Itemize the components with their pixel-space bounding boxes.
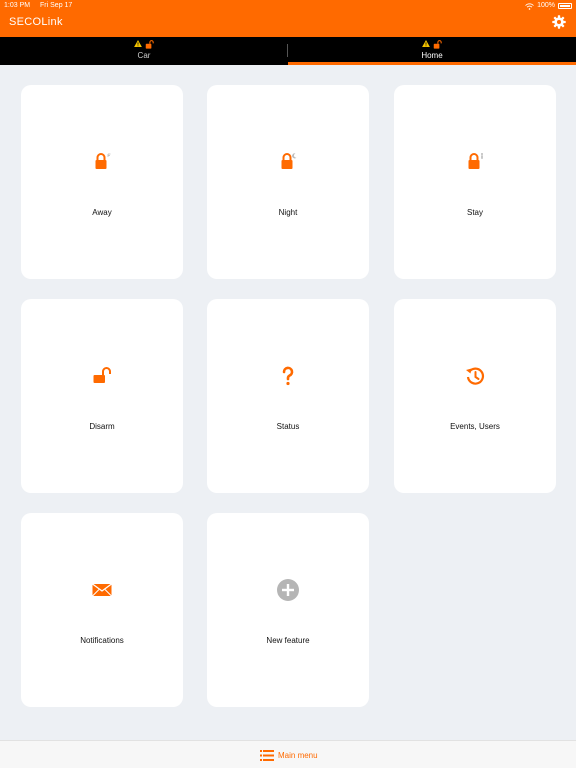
warning-icon <box>422 40 430 47</box>
app-logo: SECOLink <box>9 16 63 28</box>
tab-home[interactable]: Home <box>288 37 576 65</box>
tile-status-label: Status <box>276 422 300 431</box>
app-header: 1:03 PM Fri Sep 17 100% SECOLink <box>0 0 576 37</box>
unlock-icon <box>145 40 154 49</box>
footer-bar: Main menu <box>0 740 576 768</box>
list-icon <box>260 749 274 761</box>
object-tabs: Car Home <box>0 37 576 65</box>
tab-home-label: Home <box>421 51 443 60</box>
tile-notifications[interactable]: Notifications <box>21 513 183 707</box>
tile-disarm[interactable]: Disarm <box>21 299 183 493</box>
tile-events-users[interactable]: Events, Users <box>394 299 556 493</box>
status-bar: 1:03 PM Fri Sep 17 100% <box>0 0 576 12</box>
lock-away-icon <box>95 153 111 169</box>
plus-circle-icon <box>277 579 299 601</box>
unlock-icon <box>93 367 111 383</box>
tile-notifications-label: Notifications <box>80 636 124 645</box>
tile-status[interactable]: Status <box>207 299 369 493</box>
main-menu-label: Main menu <box>278 750 318 760</box>
wifi-icon <box>525 2 534 10</box>
tile-new-feature[interactable]: New feature <box>207 513 369 707</box>
status-date: Fri Sep 17 <box>40 2 73 9</box>
question-icon <box>282 366 294 386</box>
tile-new-feature-label: New feature <box>266 636 310 645</box>
battery-icon <box>558 3 572 9</box>
tile-away[interactable]: Away <box>21 85 183 279</box>
gear-icon[interactable] <box>552 15 566 29</box>
tile-events-users-label: Events, Users <box>450 422 500 431</box>
history-icon <box>466 367 485 385</box>
tile-away-label: Away <box>92 208 112 217</box>
main-menu-button[interactable]: Main menu <box>260 748 318 762</box>
tab-car[interactable]: Car <box>0 37 288 65</box>
tile-stay[interactable]: Stay <box>394 85 556 279</box>
status-time: 1:03 PM <box>4 2 31 9</box>
lock-night-icon <box>281 153 297 169</box>
battery-percent: 100% <box>537 2 555 9</box>
tile-night-label: Night <box>278 208 298 217</box>
warning-icon <box>134 40 142 47</box>
unlock-icon <box>433 40 442 49</box>
tile-stay-label: Stay <box>466 208 483 217</box>
lock-stay-icon <box>468 153 483 169</box>
tab-car-label: Car <box>137 51 151 60</box>
tile-night[interactable]: Night <box>207 85 369 279</box>
tile-disarm-label: Disarm <box>89 422 115 431</box>
envelope-icon <box>92 583 112 597</box>
